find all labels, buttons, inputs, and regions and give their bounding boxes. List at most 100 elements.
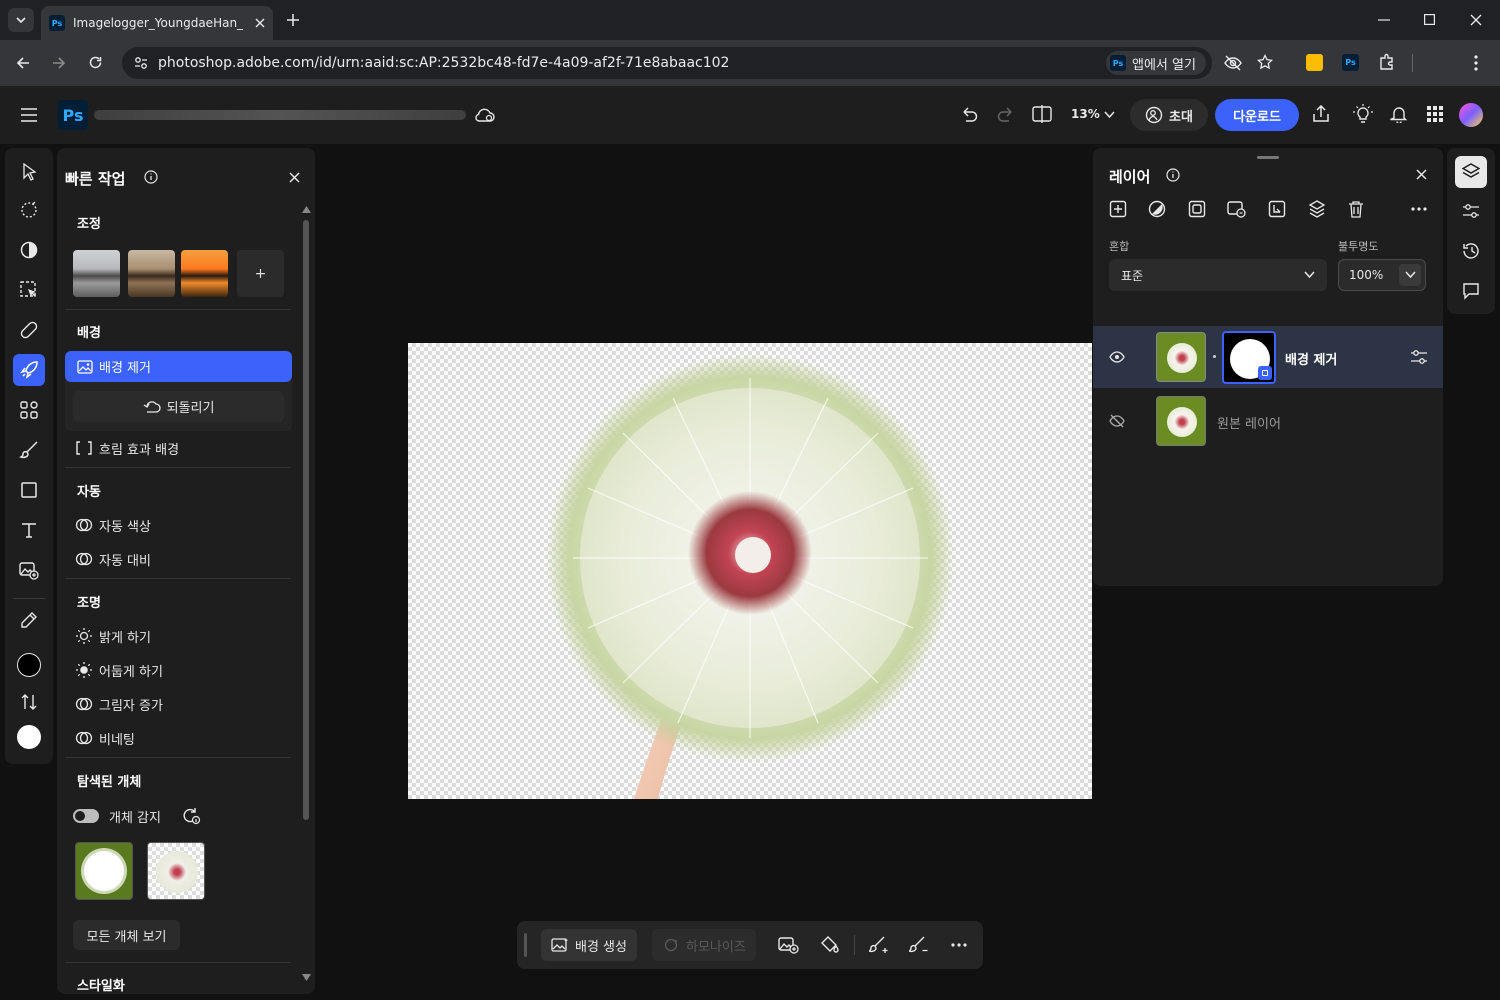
zoom-chevron-down-icon[interactable]	[1104, 111, 1115, 119]
adjust-preset-bw[interactable]	[73, 250, 120, 297]
user-avatar[interactable]	[1459, 103, 1483, 127]
quick-actions-tool[interactable]	[13, 354, 45, 386]
layer-row-remove-bg[interactable]: 배경 제거	[1093, 326, 1443, 388]
lightbulb-icon[interactable]	[1353, 104, 1373, 124]
mask-link-dot[interactable]	[1213, 355, 1216, 358]
maximize-icon[interactable]	[1424, 14, 1435, 25]
layer-stack-icon[interactable]	[1308, 200, 1326, 218]
fill-bucket-icon[interactable]	[820, 936, 840, 954]
adjust-preset-sunset[interactable]	[181, 250, 228, 297]
hamburger-menu-icon[interactable]	[21, 108, 37, 122]
layer-mask-thumbnail[interactable]	[1222, 331, 1276, 384]
adjust-add-button[interactable]: +	[237, 250, 284, 297]
panel-drag-handle[interactable]	[1257, 156, 1279, 159]
new-tab-icon[interactable]	[286, 13, 300, 27]
visibility-eye-icon[interactable]	[1109, 351, 1125, 363]
cloud-sync-icon[interactable]	[474, 106, 496, 124]
clipping-mask-icon[interactable]	[1268, 200, 1286, 218]
generate-background-button[interactable]: 배경 생성	[541, 929, 637, 961]
opacity-dropdown-button[interactable]	[1399, 264, 1421, 286]
opacity-input[interactable]: 100%	[1338, 259, 1426, 291]
close-panel-icon[interactable]	[1416, 169, 1427, 180]
apps-grid-icon[interactable]	[1427, 106, 1443, 122]
foreground-color-swatch[interactable]	[17, 653, 41, 677]
layer-properties-sliders-icon[interactable]	[1410, 349, 1428, 365]
extension-photoshop-icon[interactable]: Ps	[1342, 54, 1359, 71]
zoom-level[interactable]: 13%	[1071, 107, 1100, 121]
close-panel-icon[interactable]	[289, 172, 300, 183]
open-in-app-button[interactable]: Ps 앱에서 열기	[1106, 51, 1206, 75]
detected-object-thumb-2[interactable]	[147, 842, 205, 900]
back-icon[interactable]	[16, 56, 30, 70]
site-settings-icon[interactable]	[134, 56, 148, 70]
brush-add-icon[interactable]	[869, 936, 889, 954]
more-horizontal-icon[interactable]	[1411, 207, 1427, 211]
photoshop-logo[interactable]: Ps	[58, 100, 88, 130]
add-image-tool[interactable]	[13, 554, 45, 586]
layer-name[interactable]: 배경 제거	[1285, 349, 1337, 368]
info-icon[interactable]	[1166, 168, 1180, 182]
undo-icon[interactable]	[960, 106, 978, 122]
background-color-swatch[interactable]	[17, 725, 41, 749]
invite-button[interactable]: 초대	[1130, 99, 1208, 131]
shape-tool[interactable]	[13, 474, 45, 506]
brush-subtract-icon[interactable]	[909, 936, 929, 954]
remove-background-button[interactable]: 배경 제거	[65, 351, 292, 382]
visibility-eye-off-icon[interactable]	[1109, 414, 1125, 428]
close-icon[interactable]	[255, 18, 265, 28]
scrollbar-thumb[interactable]	[303, 220, 309, 820]
object-detect-toggle[interactable]	[73, 809, 99, 823]
window-close-icon[interactable]	[1470, 14, 1482, 26]
redo-icon[interactable]	[997, 106, 1015, 122]
healing-tool[interactable]	[13, 314, 45, 346]
browser-tab[interactable]: Ps Imagelogger_YoungdaeHan_NI	[41, 6, 273, 40]
comments-icon[interactable]	[1462, 282, 1480, 300]
scroll-down-icon[interactable]	[302, 974, 311, 981]
minimize-icon[interactable]	[1378, 19, 1390, 21]
object-select-tool[interactable]	[13, 274, 45, 306]
blur-background-action[interactable]: 흐림 효과 배경	[75, 437, 179, 459]
tab-search-button[interactable]	[8, 8, 34, 32]
adjust-preset-warm[interactable]	[128, 250, 175, 297]
extension-keep-icon[interactable]	[1306, 54, 1323, 71]
eyedropper-tool[interactable]	[13, 604, 45, 636]
compare-view-icon[interactable]	[1032, 105, 1052, 123]
download-button[interactable]: 다운로드	[1215, 99, 1299, 131]
trash-icon[interactable]	[1348, 200, 1364, 218]
darken-action[interactable]: 어둡게 하기	[75, 659, 163, 681]
address-bar[interactable]: photoshop.adobe.com/id/urn:aaid:sc:AP:25…	[122, 47, 1273, 79]
mask-icon[interactable]	[1188, 200, 1206, 218]
notifications-bell-icon[interactable]	[1390, 105, 1408, 123]
layer-name[interactable]: 원본 레이어	[1217, 413, 1281, 432]
brush-tool[interactable]	[13, 434, 45, 466]
add-layer-icon[interactable]	[1109, 200, 1127, 218]
quick-select-tool[interactable]	[13, 194, 45, 226]
reload-icon[interactable]	[88, 55, 103, 70]
share-icon[interactable]	[1312, 105, 1330, 123]
detected-object-thumb-1[interactable]	[75, 842, 133, 900]
scroll-up-icon[interactable]	[302, 206, 311, 213]
more-vertical-icon[interactable]	[1474, 55, 1478, 71]
eye-off-icon[interactable]	[1224, 55, 1242, 71]
document-canvas[interactable]	[408, 343, 1092, 799]
extensions-puzzle-icon[interactable]	[1378, 53, 1396, 71]
history-icon[interactable]	[1461, 242, 1481, 260]
adjust-tool[interactable]	[13, 234, 45, 266]
bookmark-star-icon[interactable]	[1257, 54, 1273, 70]
brighten-action[interactable]: 밝게 하기	[75, 625, 151, 647]
select-tool[interactable]	[13, 156, 45, 188]
blend-mode-select[interactable]: 표준	[1109, 259, 1327, 291]
layers-panel-toggle[interactable]	[1455, 156, 1487, 188]
info-icon[interactable]	[144, 170, 158, 184]
harmonize-button[interactable]: 하모나이즈	[652, 929, 756, 961]
vignette-action[interactable]: 비네팅	[75, 727, 135, 749]
increase-shadow-action[interactable]: 그림자 증가	[75, 693, 163, 715]
add-image-icon[interactable]	[778, 936, 800, 954]
auto-color-action[interactable]: 자동 색상	[75, 514, 151, 536]
view-all-objects-button[interactable]: 모든 개체 보기	[73, 920, 180, 950]
generative-fill-icon[interactable]	[1227, 200, 1247, 218]
generative-tool[interactable]	[13, 394, 45, 426]
adjustment-layer-icon[interactable]	[1148, 200, 1166, 218]
undo-remove-background-button[interactable]: 되돌리기	[73, 391, 284, 422]
type-tool[interactable]	[13, 514, 45, 546]
